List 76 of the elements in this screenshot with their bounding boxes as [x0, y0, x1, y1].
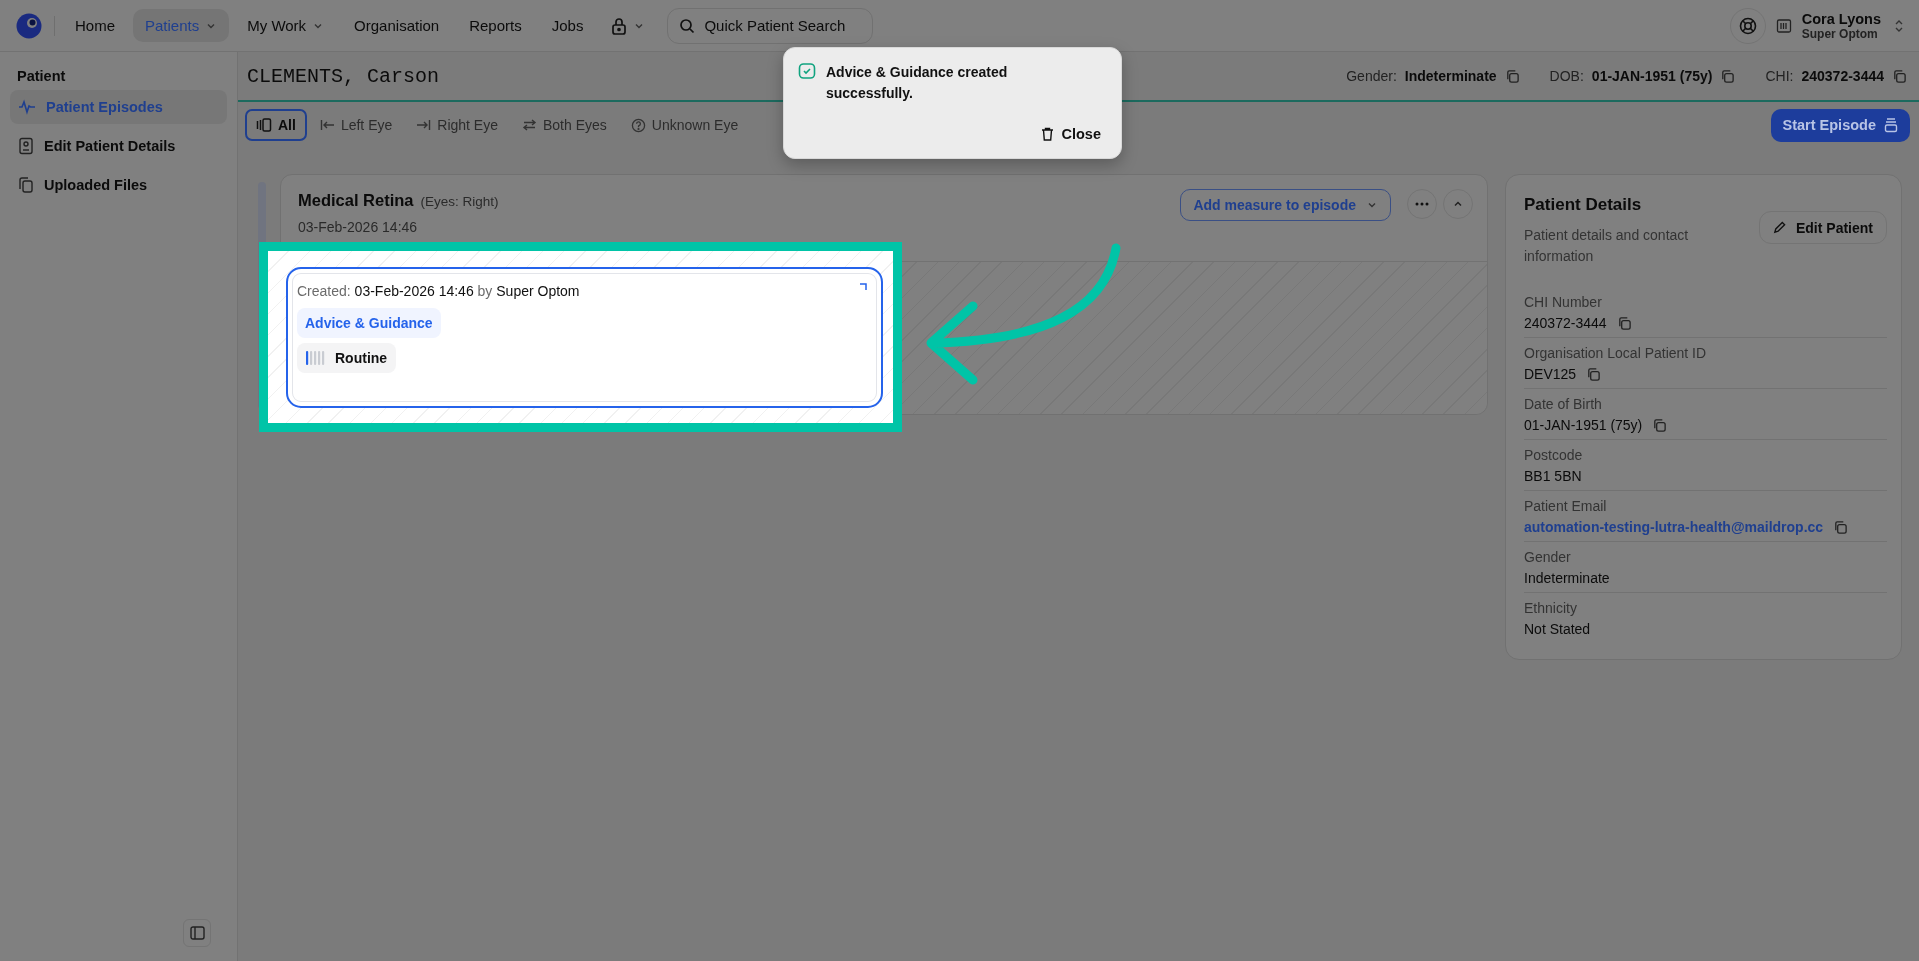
stack-icon: [1884, 117, 1898, 133]
copy-icon[interactable]: [1504, 68, 1520, 84]
start-episode-button[interactable]: Start Episode: [1770, 108, 1910, 142]
sidebar-heading: Patient: [17, 68, 67, 84]
eye-filter-tab[interactable]: Left Eye: [308, 109, 404, 141]
sidebar-icon: [189, 926, 205, 940]
fact-label: DOB:: [1549, 68, 1584, 84]
nav-link[interactable]: Organisation: [342, 9, 452, 42]
user-name: Cora Lyons: [1801, 10, 1881, 27]
copy-icon[interactable]: [1833, 519, 1849, 535]
sidebar-toggle-button[interactable]: [183, 919, 211, 947]
lock-icon[interactable]: [611, 16, 628, 35]
check-icon: [798, 62, 816, 80]
arrow-left-bar-icon: [319, 119, 335, 131]
lifebuoy-icon: [1738, 16, 1757, 35]
copy-icon[interactable]: [1616, 315, 1632, 331]
field-value: 240372-3444: [1524, 315, 1607, 331]
field-label: Patient Email: [1524, 498, 1608, 514]
field-value: DEV125: [1524, 366, 1577, 382]
files-icon: [18, 176, 34, 194]
sidebar-item[interactable]: Edit Patient Details: [10, 129, 227, 163]
patient-name: CLEMENTS, Carson: [247, 64, 440, 88]
close-button[interactable]: Close: [1034, 122, 1107, 146]
nav-link[interactable]: Home: [63, 9, 127, 42]
copy-icon[interactable]: [1652, 417, 1668, 433]
copy-icon[interactable]: [1586, 366, 1602, 382]
fact-label: CHI:: [1765, 68, 1794, 84]
priority-badge: Routine: [297, 343, 397, 373]
corner-icon: [860, 283, 867, 290]
episode-eyes: (Eyes: Right): [420, 194, 499, 209]
eye-filter-tab[interactable]: Unknown Eye: [619, 109, 750, 141]
field-label: Organisation Local Patient ID: [1524, 345, 1708, 361]
user-role: Super Optom: [1801, 26, 1878, 41]
panel-title: Patient Details: [1524, 195, 1643, 215]
pulse-icon: [18, 99, 36, 115]
nav-menu[interactable]: My Work: [235, 9, 337, 42]
toast-message: Advice & Guidance created successfully.: [826, 63, 1009, 103]
field-label: Ethnicity: [1524, 600, 1578, 616]
field-value: Not Stated: [1524, 621, 1591, 637]
search-icon: [679, 17, 696, 34]
copy-icon[interactable]: [1720, 68, 1736, 84]
copy-icon[interactable]: [1892, 68, 1907, 84]
panel-subtitle: Patient details and contact information: [1524, 226, 1690, 266]
search-field[interactable]: Quick Patient Search: [667, 7, 874, 44]
more-icon: [1415, 202, 1429, 206]
nav-link[interactable]: Reports: [457, 9, 534, 42]
fact-value: 01-JAN-1951 (75y): [1591, 68, 1713, 84]
fact-label: Gender:: [1346, 68, 1397, 84]
fact-value: 240372-3444: [1801, 68, 1884, 84]
pencil-icon: [1773, 221, 1786, 234]
field-value: Indeterminate: [1524, 570, 1610, 586]
field-label: Gender: [1524, 549, 1572, 565]
created-info: Created: 03-Feb-2026 14:46 by Super Optom: [297, 282, 580, 299]
document-icon: [18, 137, 34, 155]
sidebar-item[interactable]: Uploaded Files: [10, 168, 227, 202]
nav-link[interactable]: Jobs: [539, 9, 596, 42]
eye-filter-tab[interactable]: All: [245, 109, 307, 141]
field-label: Date of Birth: [1524, 396, 1603, 412]
fact-value: Indeterminate: [1404, 68, 1497, 84]
swap-arrows-icon: [521, 119, 537, 131]
eye-filter-tab[interactable]: Both Eyes: [510, 109, 618, 141]
trash-icon: [1040, 127, 1054, 141]
eye-filter-tab[interactable]: Right Eye: [405, 109, 509, 141]
arrow-right-bar-icon: [416, 119, 432, 131]
building-icon[interactable]: [1775, 17, 1792, 34]
episode-date: 03-Feb-2026 14:46: [298, 219, 419, 235]
question-circle-icon: [630, 117, 646, 133]
columns-icon: [256, 118, 272, 132]
field-label: Postcode: [1524, 447, 1584, 463]
field-label: CHI Number: [1524, 294, 1603, 310]
advice-tag: Advice & Guidance: [297, 308, 441, 338]
edit-patient-button[interactable]: Edit Patient: [1759, 211, 1887, 244]
field-value: 01-JAN-1951 (75y): [1524, 417, 1643, 433]
episode-title: Medical Retina: [298, 191, 414, 210]
logo-icon[interactable]: [16, 12, 42, 39]
field-value: BB1 5BN: [1524, 468, 1582, 484]
